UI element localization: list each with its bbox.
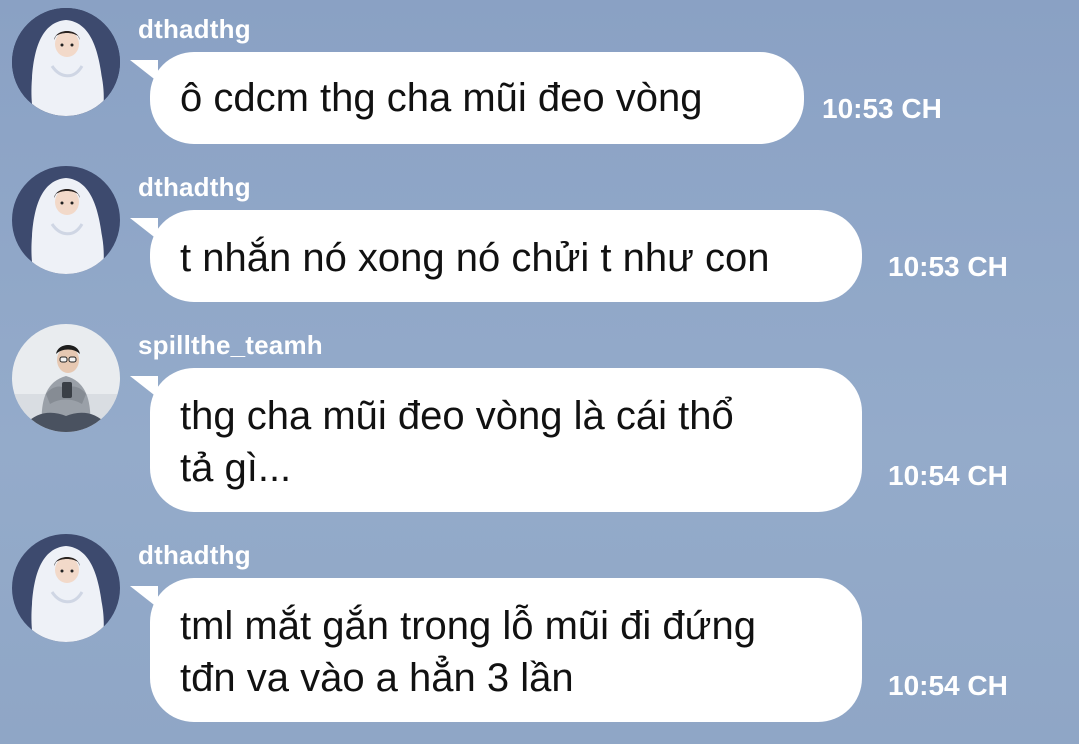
message-time: 10:54 CH [888,670,1008,701]
avatar[interactable] [12,534,120,642]
message-bubble[interactable]: tml mắt gắn trong lỗ mũi đi đứng tđn va … [150,578,862,722]
message-text-line: tml mắt gắn trong lỗ mũi đi đứng [180,604,756,648]
sender-name[interactable]: dthadthg [138,540,251,571]
message-text-line: tđn va vào a hẳn 3 lần [180,656,574,700]
message-item: dthadthg tml mắt gắn trong lỗ mũi đi đứn… [0,0,1079,744]
girl-blanket-avatar-icon [12,534,120,642]
